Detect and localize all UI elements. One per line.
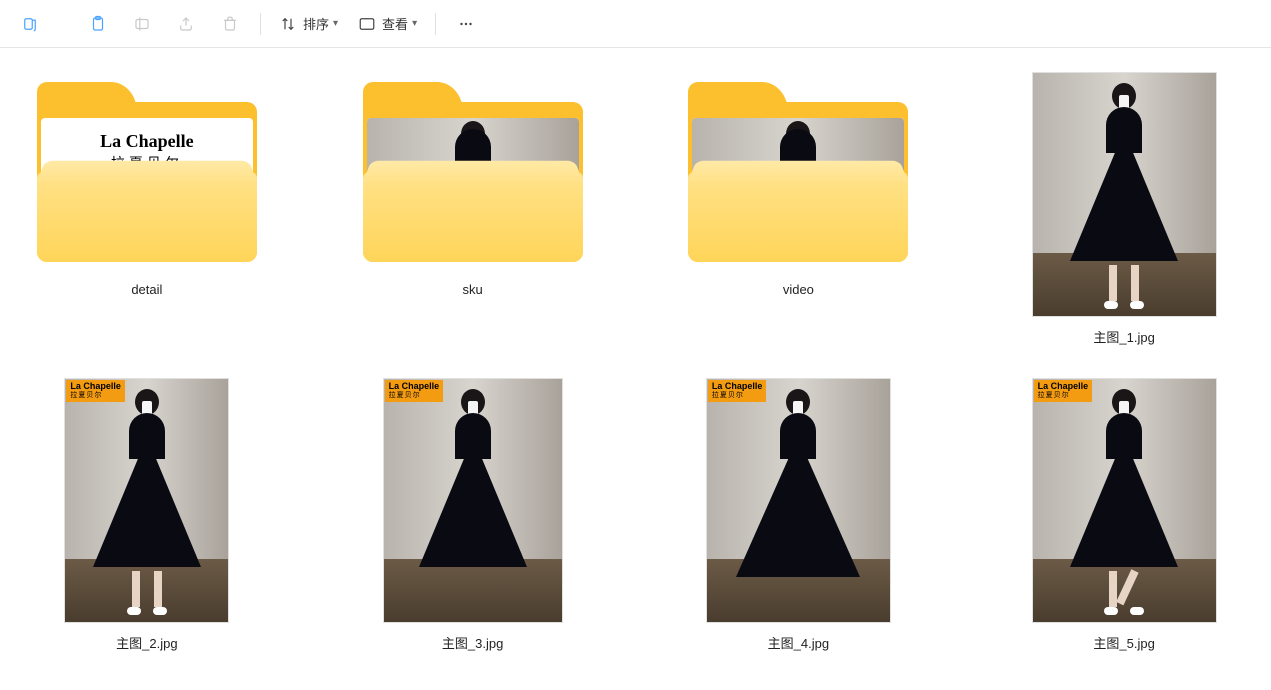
item-label: 主图_5.jpg <box>1093 633 1154 652</box>
photo-placeholder <box>65 379 228 622</box>
photo-placeholder <box>384 379 562 622</box>
file-grid: La Chapelle 拉夏贝尔 La Chapelle在法语中是“小教堂”的意… <box>0 48 1271 676</box>
item-label: sku <box>463 282 483 297</box>
brand-tag: La Chapelle拉夏贝尔 <box>66 380 125 402</box>
item-label: video <box>783 282 814 297</box>
image-item[interactable]: La Chapelle拉夏贝尔 主图_2.jpg <box>24 378 270 652</box>
brand-tag: La Chapelle拉夏贝尔 <box>708 380 767 402</box>
image-thumbnail: La Chapelle拉夏贝尔 <box>37 378 257 623</box>
view-label: 查看 <box>382 14 408 33</box>
image-thumbnail: La Chapelle拉夏贝尔 <box>688 378 908 623</box>
toolbar-separator <box>435 13 436 35</box>
photo-placeholder <box>707 379 890 622</box>
sort-dropdown[interactable]: 排序 ▾ <box>271 8 346 40</box>
chevron-down-icon: ▾ <box>412 18 417 29</box>
item-label: detail <box>131 282 162 297</box>
toolbar-separator <box>260 13 261 35</box>
photo-placeholder <box>1033 379 1216 622</box>
delete-button[interactable] <box>210 8 250 40</box>
folder-thumbnail <box>363 72 583 272</box>
toolbar: 排序 ▾ 查看 ▾ <box>0 0 1271 48</box>
folder-item[interactable]: video <box>676 72 922 346</box>
rename-button[interactable] <box>122 8 162 40</box>
image-thumbnail: La Chapelle拉夏贝尔 <box>1014 378 1234 623</box>
folder-thumbnail <box>688 72 908 272</box>
image-item[interactable]: La Chapelle拉夏贝尔 主图_4.jpg <box>676 378 922 652</box>
brand-tag: La Chapelle拉夏贝尔 <box>1034 380 1093 402</box>
item-label: 主图_3.jpg <box>442 633 503 652</box>
brand-tag: La Chapelle拉夏贝尔 <box>385 380 444 402</box>
item-label: 主图_4.jpg <box>768 633 829 652</box>
view-dropdown[interactable]: 查看 ▾ <box>350 8 425 40</box>
more-button[interactable] <box>446 8 486 40</box>
item-label: 主图_1.jpg <box>1093 327 1154 346</box>
paste-button[interactable] <box>78 8 118 40</box>
photo-placeholder <box>1033 73 1216 316</box>
folder-thumbnail: La Chapelle 拉夏贝尔 La Chapelle在法语中是“小教堂”的意… <box>37 72 257 272</box>
folder-item[interactable]: La Chapelle 拉夏贝尔 La Chapelle在法语中是“小教堂”的意… <box>24 72 270 346</box>
image-thumbnail <box>1014 72 1234 317</box>
image-item[interactable]: 主图_1.jpg <box>1001 72 1247 346</box>
image-thumbnail: La Chapelle拉夏贝尔 <box>363 378 583 623</box>
image-item[interactable]: La Chapelle拉夏贝尔 主图_3.jpg <box>350 378 596 652</box>
share-button[interactable] <box>166 8 206 40</box>
folder-item[interactable]: sku <box>350 72 596 346</box>
item-label: 主图_2.jpg <box>116 633 177 652</box>
toolbar-unknown-button[interactable] <box>10 8 50 40</box>
image-item[interactable]: La Chapelle拉夏贝尔 主图_5.jpg <box>1001 378 1247 652</box>
sort-label: 排序 <box>303 14 329 33</box>
chevron-down-icon: ▾ <box>333 18 338 29</box>
